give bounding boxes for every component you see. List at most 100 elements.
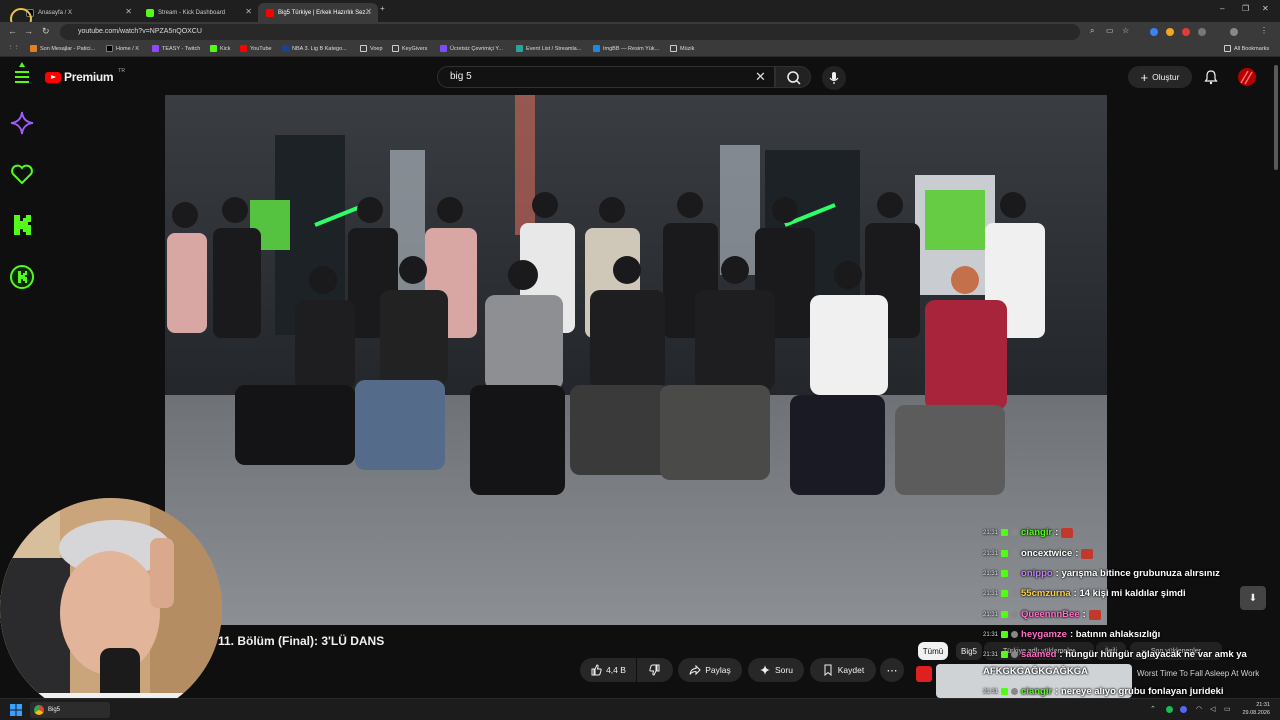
bookmark-folder[interactable]: Müzik bbox=[670, 45, 694, 52]
tab-kick-dashboard[interactable]: Stream - Kick Dashboard ✕ bbox=[138, 3, 258, 22]
all-bookmarks[interactable]: All Bookmarks bbox=[1224, 45, 1269, 52]
bookmark-item[interactable]: Kick bbox=[210, 45, 230, 52]
bookmark-folder[interactable]: Voep bbox=[360, 45, 383, 52]
ask-button[interactable]: Soru bbox=[748, 658, 804, 682]
more-icon: ⋯ bbox=[886, 664, 898, 677]
windows-start-icon[interactable] bbox=[10, 704, 22, 716]
chat-username[interactable]: ciangir bbox=[1021, 686, 1052, 697]
close-icon[interactable]: ✕ bbox=[125, 7, 132, 16]
new-tab-button[interactable]: + bbox=[380, 4, 385, 13]
webcam-overlay bbox=[0, 498, 222, 720]
apps-icon[interactable]: ⋮⋮ bbox=[8, 45, 19, 51]
chat-text: : hüngür hüngür ağlayacak ne var amk ya bbox=[1059, 649, 1247, 660]
extension-icon[interactable] bbox=[1182, 28, 1190, 36]
chat-username[interactable]: QueennnBee bbox=[1021, 609, 1080, 620]
clock-time: 21:31 bbox=[1256, 702, 1270, 708]
recommendations-panel bbox=[1107, 95, 1272, 625]
tray-chevron-icon[interactable]: ⌃ bbox=[1150, 705, 1156, 713]
bookmark-item[interactable]: Ücretsiz Çevrimiçi Y... bbox=[440, 45, 503, 52]
save-label: Kaydet bbox=[837, 665, 865, 675]
bookmark-item[interactable]: Home / X bbox=[106, 45, 139, 52]
dislike-button[interactable] bbox=[637, 658, 673, 682]
bookmark-item[interactable]: NBA 3. Lig B Katego... bbox=[282, 45, 347, 52]
chat-text: : batının ahlaksızlığı bbox=[1069, 629, 1161, 640]
download-icon[interactable]: ⬇ bbox=[1240, 586, 1266, 610]
reload-icon[interactable]: ↻ bbox=[42, 26, 50, 37]
autoplay-icon[interactable] bbox=[916, 666, 932, 682]
chat-text: : 14 kişi mi kaldılar şimdi bbox=[1073, 588, 1186, 599]
spotify-tray-icon[interactable] bbox=[1166, 706, 1173, 713]
youtube-logo[interactable]: Premium TR bbox=[45, 68, 125, 84]
search-input[interactable]: big 5 bbox=[437, 66, 775, 88]
minimize-button[interactable]: – bbox=[1220, 4, 1224, 13]
chat-username[interactable]: oncextwice bbox=[1021, 548, 1072, 559]
zoom-icon[interactable]: ⌕ bbox=[1090, 26, 1094, 36]
clear-search-icon[interactable]: ✕ bbox=[755, 69, 766, 85]
chat-username[interactable]: ciangir bbox=[1021, 527, 1052, 538]
extension-icon[interactable] bbox=[1166, 28, 1174, 36]
youtube-play-icon bbox=[45, 71, 61, 83]
tab-youtube-video[interactable]: Big5 Türkiye | Erkek Hazırlık Sez... ✕ bbox=[258, 3, 378, 22]
close-icon[interactable]: ✕ bbox=[365, 7, 372, 16]
discord-tray-icon[interactable] bbox=[1180, 706, 1187, 713]
bookmark-item[interactable]: ImgBB — Resim Yük... bbox=[593, 45, 659, 52]
chat-text: : nereye alıyo grubu fonlayan jurideki bbox=[1055, 686, 1224, 697]
chat-username[interactable]: onippo bbox=[1021, 568, 1053, 579]
bookmark-star-icon[interactable]: ☆ bbox=[1122, 26, 1129, 35]
save-button[interactable]: Kaydet bbox=[810, 658, 876, 682]
volume-icon[interactable]: ◁ bbox=[1210, 705, 1215, 713]
kick-badge-icon[interactable] bbox=[9, 264, 35, 290]
kick-badge-icon bbox=[1001, 550, 1009, 557]
bookmark-icon bbox=[824, 664, 832, 676]
bookmark-item[interactable]: TEASY - Twitch bbox=[152, 45, 200, 52]
like-button[interactable]: 4,4 B bbox=[580, 658, 636, 682]
search-button[interactable] bbox=[775, 66, 811, 88]
cast-icon[interactable]: ▭ bbox=[1106, 26, 1114, 35]
video-title: 11. Bölüm (Final): 3'LÜ DANS bbox=[218, 634, 385, 648]
forward-icon[interactable]: → bbox=[24, 26, 33, 36]
back-icon[interactable]: ← bbox=[8, 26, 17, 36]
kick-badge-icon bbox=[1001, 529, 1009, 536]
video-player[interactable] bbox=[165, 95, 1107, 625]
bookmark-item[interactable]: YouTube bbox=[240, 45, 272, 52]
kick-badge-icon bbox=[1001, 590, 1009, 597]
extension-icon[interactable] bbox=[1150, 28, 1158, 36]
wifi-icon[interactable]: ◠ bbox=[1196, 705, 1202, 713]
create-button[interactable]: + Oluştur bbox=[1128, 66, 1192, 88]
bookmark-item[interactable]: Son Mesajlar - Patici... bbox=[30, 45, 95, 52]
sparkle-icon bbox=[760, 665, 771, 675]
url-input[interactable]: youtube.com/watch?v=NPZA5nQOXCU bbox=[60, 24, 1080, 40]
bookmark-item[interactable]: Event List / Streamla... bbox=[516, 45, 581, 52]
close-window-button[interactable]: ✕ bbox=[1262, 4, 1269, 13]
battery-icon[interactable]: ▭ bbox=[1224, 705, 1231, 713]
more-actions-button[interactable]: ⋯ bbox=[880, 658, 904, 682]
scrollbar-thumb[interactable] bbox=[1274, 65, 1278, 170]
tab-twitter[interactable]: Anasayfa / X ✕ bbox=[18, 3, 138, 22]
notifications-bell-icon[interactable] bbox=[1203, 69, 1219, 85]
voice-search-button[interactable] bbox=[822, 66, 846, 90]
chat-username[interactable]: heygamze bbox=[1021, 629, 1067, 640]
extensions-menu-icon[interactable] bbox=[1198, 28, 1206, 36]
kick-logo-icon[interactable] bbox=[9, 212, 35, 238]
sparkle-icon[interactable] bbox=[9, 110, 35, 136]
chip-big5[interactable]: Big5 bbox=[956, 642, 982, 660]
chrome-icon bbox=[34, 705, 44, 715]
chat-username[interactable]: saamed bbox=[1021, 649, 1056, 660]
restore-button[interactable]: ❐ bbox=[1242, 4, 1249, 13]
thumbs-down-icon bbox=[649, 664, 660, 676]
video-frame-scene bbox=[165, 95, 1107, 625]
share-button[interactable]: Paylaş bbox=[678, 658, 742, 682]
menu-icon[interactable] bbox=[9, 60, 35, 86]
profile-icon[interactable] bbox=[1230, 28, 1238, 36]
close-icon[interactable]: ✕ bbox=[245, 7, 252, 16]
user-badge-icon bbox=[1011, 651, 1019, 658]
taskbar-chrome-app[interactable]: Big5 bbox=[30, 702, 110, 718]
chip-all[interactable]: Tümü bbox=[918, 642, 948, 660]
chat-username[interactable]: 55cmzurna bbox=[1021, 588, 1071, 599]
system-clock[interactable]: 21:31 29.08.2026 bbox=[1242, 701, 1270, 717]
account-avatar[interactable] bbox=[1238, 68, 1256, 86]
bookmark-folder[interactable]: KeyGivers bbox=[392, 45, 427, 52]
menu-icon[interactable]: ⋮ bbox=[1260, 26, 1268, 35]
address-bar: ← → ↻ youtube.com/watch?v=NPZA5nQOXCU ⌕ … bbox=[0, 22, 1280, 42]
heart-icon[interactable] bbox=[9, 161, 35, 187]
